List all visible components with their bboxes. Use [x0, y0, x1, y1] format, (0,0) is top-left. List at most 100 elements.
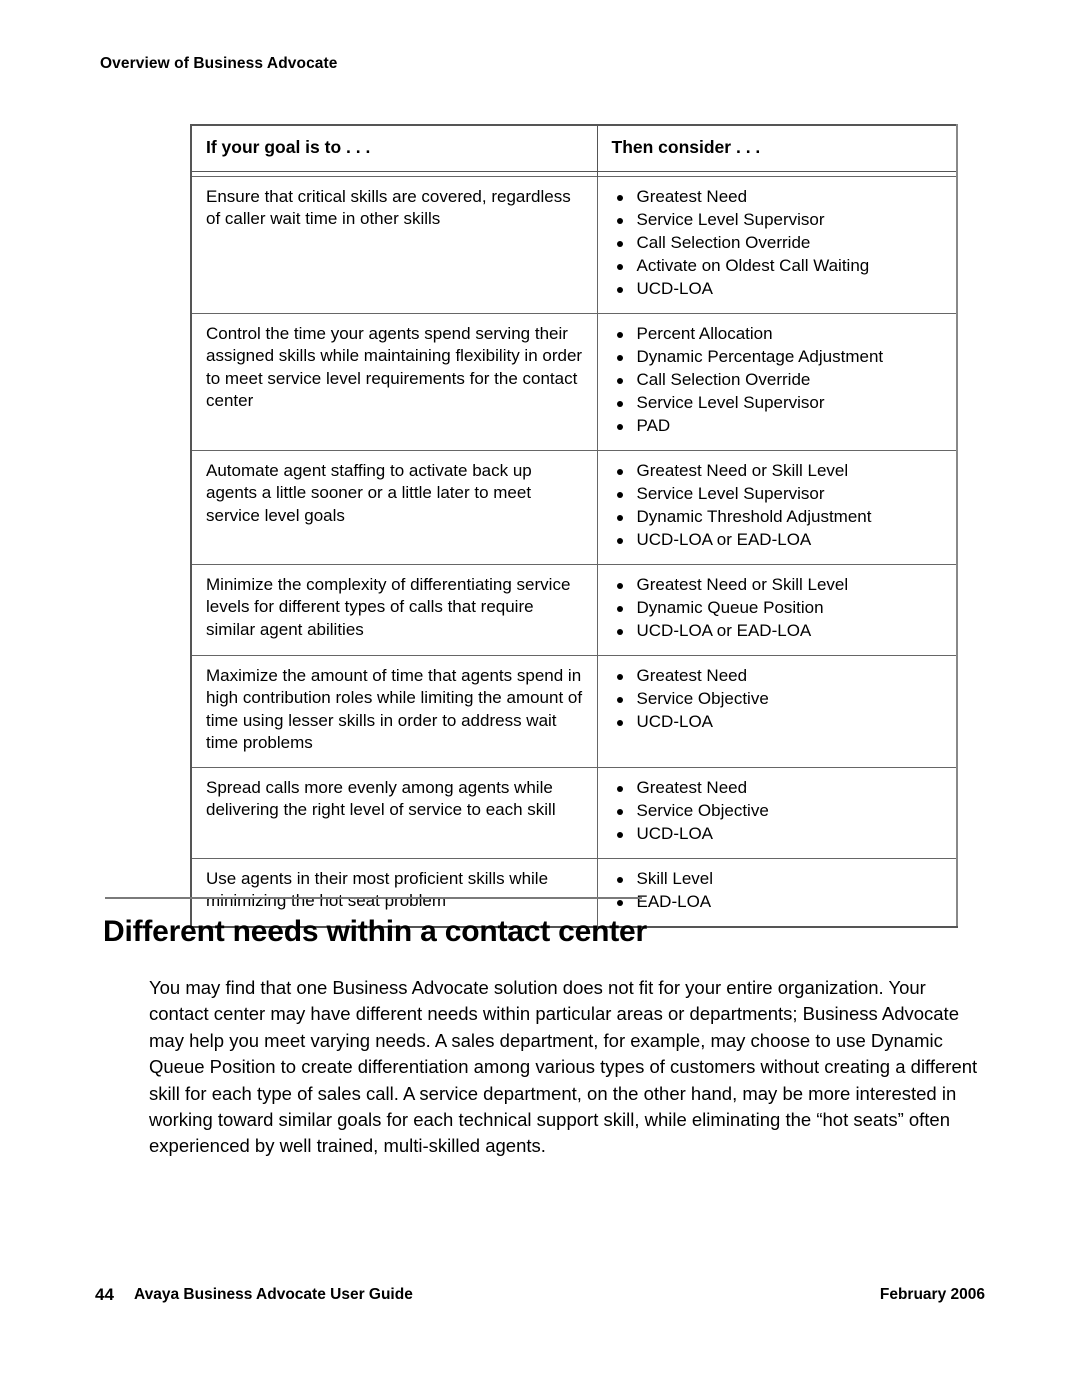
bullet-icon [616, 537, 623, 544]
goal-cell: Minimize the complexity of differentiati… [190, 563, 598, 655]
list-item: UCD-LOA [614, 823, 949, 846]
goal-text: Minimize the complexity of differentiati… [206, 574, 571, 639]
list-item: UCD-LOA [614, 278, 949, 301]
consider-cell: Skill Level EAD-LOA [597, 857, 958, 928]
table-header: If your goal is to . . . Then consider .… [190, 124, 958, 172]
list-item: Skill Level [614, 868, 949, 891]
page-footer: 44 Avaya Business Advocate User Guide Fe… [95, 1285, 985, 1307]
list-item-label: Service Level Supervisor [636, 483, 825, 503]
table-body: Ensure that critical skills are covered,… [190, 175, 958, 928]
table-row: Automate agent staffing to activate back… [190, 449, 958, 564]
section-heading: Different needs within a contact center [103, 915, 647, 948]
goal-text: Maximize the amount of time that agents … [206, 665, 583, 753]
bullet-icon [616, 468, 623, 475]
table-row: Minimize the complexity of differentiati… [190, 563, 958, 655]
bullet-icon [616, 194, 623, 201]
list-item-label: Service Level Supervisor [636, 209, 825, 229]
bullet-icon [616, 785, 623, 792]
list-item-label: UCD-LOA [636, 823, 714, 843]
consider-list: Percent Allocation Dynamic Percentage Adj… [614, 323, 949, 438]
bullet-icon [616, 673, 623, 680]
consider-list: Greatest Need Service Objective UCD-LOA [614, 665, 949, 734]
list-item: Service Objective [614, 688, 949, 711]
list-item-label: Greatest Need or Skill Level [636, 460, 849, 480]
list-item: EAD-LOA [614, 891, 949, 914]
goal-cell: Automate agent staffing to activate back… [190, 449, 598, 564]
bullet-icon [616, 582, 623, 589]
footer-document-title: Avaya Business Advocate User Guide [134, 1286, 413, 1303]
list-item: Call Selection Override [614, 369, 949, 392]
list-item-label: Service Objective [636, 800, 769, 820]
table-row: Spread calls more evenly among agents wh… [190, 766, 958, 858]
list-item-label: UCD-LOA or EAD-LOA [636, 529, 812, 549]
bullet-icon [616, 377, 623, 384]
goal-text: Spread calls more evenly among agents wh… [206, 777, 556, 820]
bullet-icon [616, 628, 623, 635]
goal-text: Use agents in their most proficient skil… [206, 868, 549, 911]
list-item: Dynamic Percentage Adjustment [614, 346, 949, 369]
table-row: Maximize the amount of time that agents … [190, 654, 958, 767]
list-item-label: Greatest Need [636, 665, 748, 685]
bullet-icon [616, 240, 623, 247]
bullet-icon [616, 423, 623, 430]
list-item: Service Level Supervisor [614, 209, 949, 232]
list-item: Call Selection Override [614, 232, 949, 255]
document-page: Overview of Business Advocate If your go… [0, 0, 1080, 1397]
bullet-icon [616, 217, 623, 224]
list-item: Activate on Oldest Call Waiting [614, 255, 949, 278]
bullet-icon [616, 286, 623, 293]
bullet-icon [616, 354, 623, 361]
list-item-label: Greatest Need [636, 186, 748, 206]
list-item: Percent Allocation [614, 323, 949, 346]
bullet-icon [616, 719, 623, 726]
bullet-icon [616, 400, 623, 407]
list-item-label: Service Objective [636, 688, 769, 708]
list-item-label: UCD-LOA [636, 711, 714, 731]
list-item: Dynamic Queue Position [614, 597, 949, 620]
goal-cell: Maximize the amount of time that agents … [190, 654, 598, 767]
bullet-icon [616, 491, 623, 498]
list-item-label: Call Selection Override [636, 232, 811, 252]
consider-list: Greatest Need Service Level Supervisor Cal… [614, 186, 949, 301]
list-item-label: PAD [636, 415, 671, 435]
bullet-icon [616, 899, 623, 906]
list-item-label: Call Selection Override [636, 369, 811, 389]
section-paragraph: You may find that one Business Advocate … [149, 977, 978, 1157]
consider-list: Greatest Need or Skill Level Dynamic Queu… [614, 574, 949, 643]
bullet-icon [616, 696, 623, 703]
list-item: PAD [614, 415, 949, 438]
footer-page-number: 44 [95, 1285, 114, 1304]
list-item-label: Activate on Oldest Call Waiting [636, 255, 870, 275]
table-row: Ensure that critical skills are covered,… [190, 175, 958, 313]
column-header-goal: If your goal is to . . . [190, 124, 598, 172]
list-item: Service Level Supervisor [614, 392, 949, 415]
list-item: Greatest Need or Skill Level [614, 460, 949, 483]
consider-list: Greatest Need Service Objective UCD-LOA [614, 777, 949, 846]
goal-cell: Ensure that critical skills are covered,… [190, 175, 598, 313]
bullet-icon [616, 831, 623, 838]
goal-text: Automate agent staffing to activate back… [206, 460, 532, 525]
list-item: UCD-LOA or EAD-LOA [614, 529, 949, 552]
consider-list: Skill Level EAD-LOA [614, 868, 949, 914]
goal-text: Ensure that critical skills are covered,… [206, 186, 571, 229]
list-item-label: UCD-LOA or EAD-LOA [636, 620, 812, 640]
list-item: Greatest Need [614, 665, 949, 688]
bullet-icon [616, 605, 623, 612]
list-item-label: UCD-LOA [636, 278, 714, 298]
goal-text: Control the time your agents spend servi… [206, 323, 583, 411]
column-header-consider: Then consider . . . [597, 124, 958, 172]
goal-consider-table: If your goal is to . . . Then consider .… [190, 124, 958, 928]
list-item-label: Greatest Need or Skill Level [636, 574, 849, 594]
list-item: UCD-LOA or EAD-LOA [614, 620, 949, 643]
goal-cell: Control the time your agents spend servi… [190, 312, 598, 450]
list-item: Greatest Need [614, 186, 949, 209]
bullet-icon [616, 263, 623, 270]
list-item-label: Percent Allocation [636, 323, 773, 343]
list-item-label: Dynamic Percentage Adjustment [636, 346, 884, 366]
footer-date: February 2006 [879, 1286, 985, 1303]
section-divider-rule [105, 897, 642, 899]
list-item-label: Service Level Supervisor [636, 392, 825, 412]
consider-cell: Percent Allocation Dynamic Percentage Adj… [597, 312, 958, 450]
list-item: Greatest Need or Skill Level [614, 574, 949, 597]
consider-cell: Greatest Need or Skill Level Service Leve… [597, 449, 958, 564]
